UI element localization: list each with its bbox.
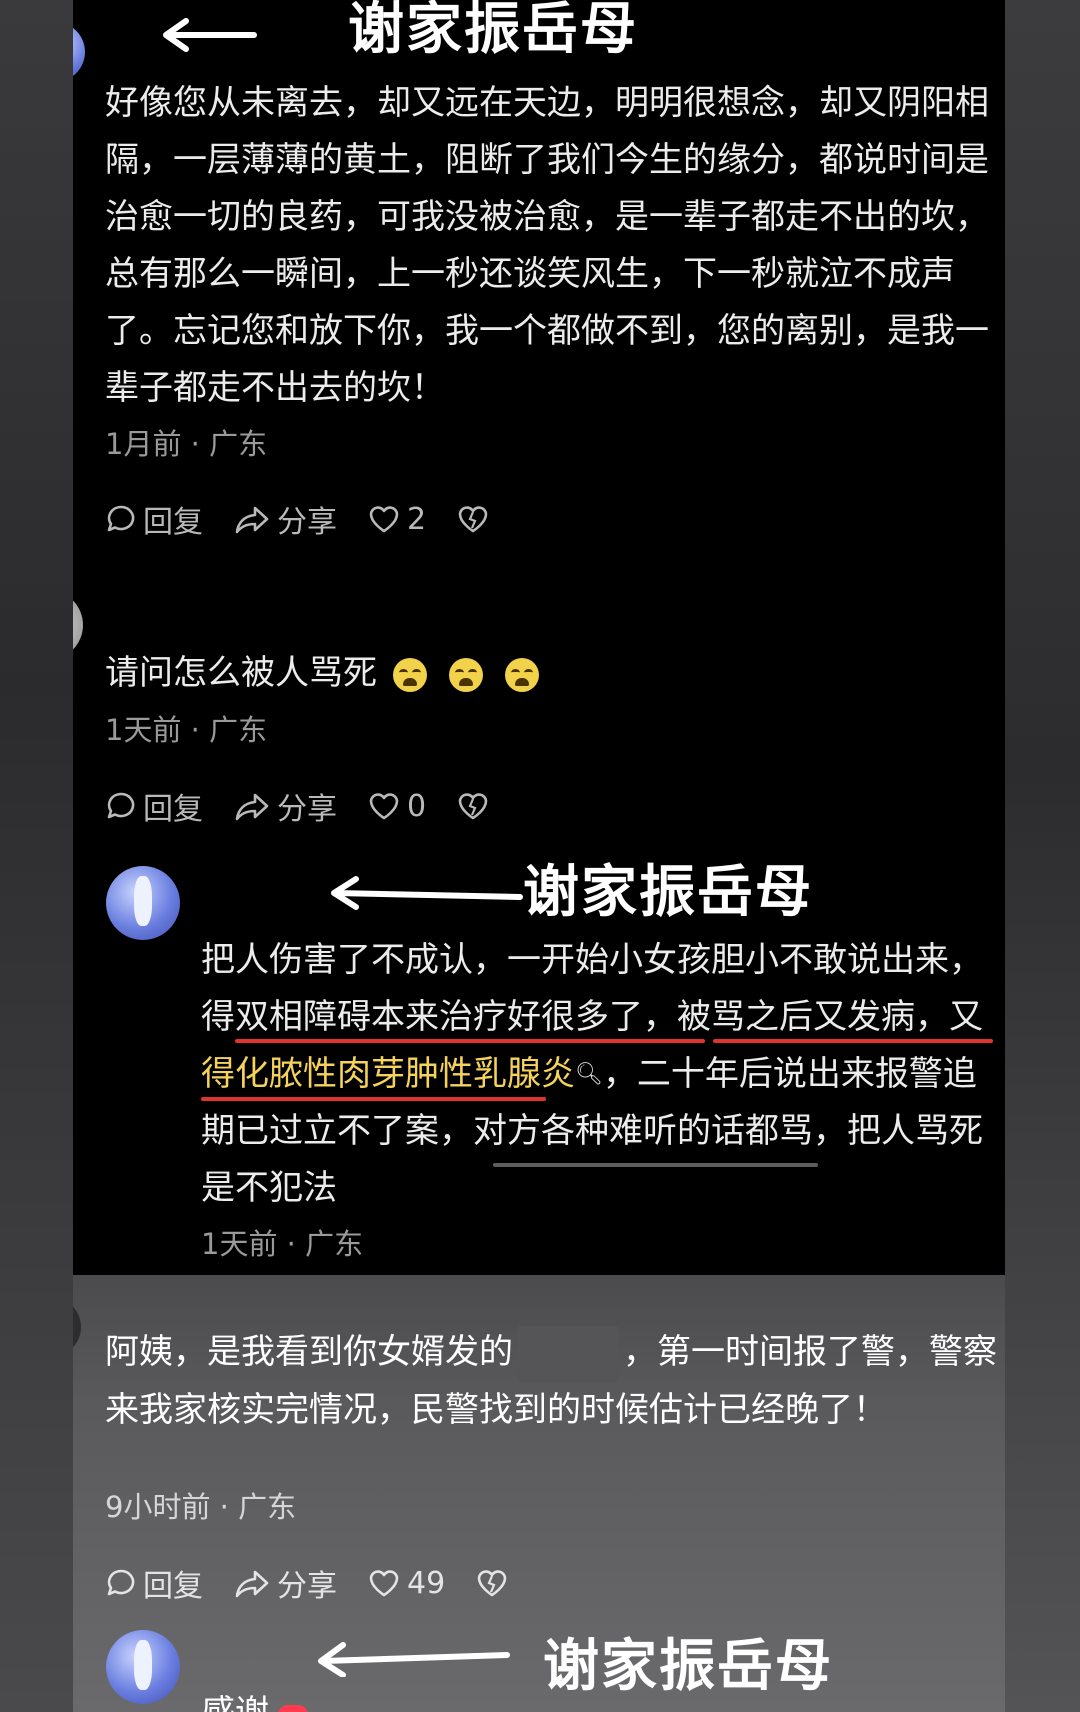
like-button[interactable]: 0 bbox=[367, 789, 426, 824]
overlay-heading: 谢家振岳母 bbox=[523, 860, 813, 925]
like-button[interactable]: 49 bbox=[367, 1566, 445, 1601]
left-arrow-icon bbox=[163, 18, 257, 52]
left-arrow-icon bbox=[318, 1642, 510, 1677]
share-icon bbox=[235, 506, 269, 534]
comment-bubble-icon bbox=[107, 792, 135, 819]
comment-bubble-icon bbox=[107, 505, 135, 532]
share-button[interactable]: 分享 bbox=[233, 497, 337, 541]
dislike-button[interactable] bbox=[456, 790, 496, 822]
red-heart-icon bbox=[278, 1705, 308, 1712]
like-button[interactable]: 2 bbox=[367, 502, 426, 537]
red-underline bbox=[201, 1097, 546, 1101]
dislike-button[interactable] bbox=[475, 1567, 515, 1599]
comment-bubble-icon bbox=[107, 1569, 135, 1596]
share-icon bbox=[235, 1570, 269, 1598]
share-button[interactable]: 分享 bbox=[233, 1561, 337, 1605]
share-icon bbox=[235, 793, 269, 821]
right-margin bbox=[1005, 0, 1080, 1712]
heart-icon bbox=[369, 1570, 399, 1597]
comment-meta: 1天前 · 广东 bbox=[105, 713, 268, 747]
reply-button[interactable]: 回复 bbox=[105, 497, 203, 541]
overlay-heading: 谢家振岳母 bbox=[543, 1634, 833, 1699]
comment-text: 阿姨，是我看到你女婿发的 ，第一时间报了警，警察 来我家核实完情况，民警找到的时候… bbox=[105, 1324, 997, 1439]
dislike-button[interactable] bbox=[456, 503, 496, 535]
overlay-heading: 谢家振岳母 bbox=[348, 0, 638, 62]
avatar[interactable] bbox=[73, 590, 83, 660]
left-margin bbox=[0, 0, 73, 1712]
crying-face-icon bbox=[505, 657, 539, 692]
redacted-block bbox=[517, 1325, 619, 1382]
comment-actions: 回复 分享 2 bbox=[105, 497, 526, 541]
broken-heart-icon bbox=[458, 506, 488, 533]
grey-underline bbox=[493, 1163, 818, 1167]
comment-text: 把人伤害了不成认，一开始小女孩胆小不敢说出来， 得双相障碍本来治疗好很多了，被骂… bbox=[201, 940, 983, 1208]
avatar[interactable] bbox=[106, 1630, 180, 1704]
comment-actions: 回复 分享 49 bbox=[105, 1561, 545, 1605]
search-icon[interactable]: 🔍︎ bbox=[575, 1062, 603, 1087]
comment-text: 好像您从未离去，却又远在天边，明明很想念，却又阴阳相 隔，一层薄薄的黄土，阻断了… bbox=[105, 83, 989, 408]
broken-heart-icon bbox=[477, 1570, 507, 1597]
comment-panel-dark: 谢家振岳母 好像您从未离去，却又远在天边，明明很想念，却又阴阳相 隔，一层薄薄的… bbox=[73, 0, 1005, 1275]
red-underline bbox=[235, 1039, 705, 1043]
comment-actions: 回复 分享 0 bbox=[105, 784, 526, 828]
heart-icon bbox=[369, 793, 399, 820]
heart-icon bbox=[369, 506, 399, 533]
reply-button[interactable]: 回复 bbox=[105, 1561, 203, 1605]
avatar[interactable] bbox=[73, 1297, 81, 1357]
red-underline bbox=[713, 1039, 993, 1043]
avatar[interactable] bbox=[73, 22, 85, 82]
comment-meta: 1月前 · 广东 bbox=[105, 427, 268, 461]
avatar[interactable] bbox=[106, 866, 180, 940]
crying-face-icon bbox=[393, 657, 427, 692]
comment-panel-light: 阿姨，是我看到你女婿发的 ，第一时间报了警，警察 来我家核实完情况，民警找到的时候… bbox=[73, 1275, 1005, 1712]
comment-meta: 9小时前 · 广东 bbox=[105, 1490, 297, 1524]
broken-heart-icon bbox=[458, 793, 488, 820]
share-button[interactable]: 分享 bbox=[233, 784, 337, 828]
comment-meta: 1天前 · 广东 bbox=[201, 1227, 364, 1261]
comment-text: 请问怎么被人骂死 bbox=[105, 645, 539, 702]
reply-button[interactable]: 回复 bbox=[105, 784, 203, 828]
left-arrow-icon bbox=[331, 876, 523, 910]
comment-text: 感谢 bbox=[201, 1685, 269, 1712]
crying-face-icon bbox=[449, 657, 483, 692]
